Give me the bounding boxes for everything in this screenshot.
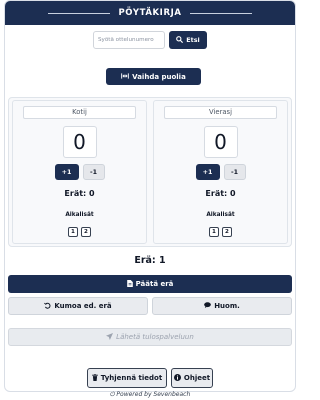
note-button[interactable]: Huom. xyxy=(152,297,292,315)
clear-data-button[interactable]: Tyhjennä tiedot xyxy=(87,368,167,388)
away-sets: Erät: 0 xyxy=(205,189,236,198)
footer-text: Powered by Sevenbeach xyxy=(116,391,191,398)
home-score-controls: +1 -1 xyxy=(13,164,146,180)
clear-data-label: Tyhjennä tiedot xyxy=(100,374,163,382)
header: PÖYTÄKIRJA xyxy=(5,1,295,25)
send-results-label: Lähetä tulospalveluun xyxy=(116,333,194,341)
home-timeouts-label: Aikalisät xyxy=(65,212,94,218)
secondary-actions: Kumoa ed. erä Huom. xyxy=(8,297,292,315)
match-number-input[interactable] xyxy=(93,31,165,49)
home-score: 0 xyxy=(62,126,97,158)
away-team-name[interactable]: Vierasj xyxy=(164,106,277,119)
bottom-actions: Tyhjennä tiedot Ohjeet xyxy=(5,368,295,388)
away-score-controls: +1 -1 xyxy=(154,164,287,180)
comment-icon xyxy=(204,302,212,310)
home-timeouts: 1 2 xyxy=(13,227,146,237)
end-set-button[interactable]: Päätä erä xyxy=(8,275,292,293)
end-set-label: Päätä erä xyxy=(135,280,174,288)
send-results-button[interactable]: Lähetä tulospalveluun xyxy=(8,328,292,346)
undo-set-button[interactable]: Kumoa ed. erä xyxy=(8,297,148,315)
away-score: 0 xyxy=(203,126,238,158)
home-plus-button[interactable]: +1 xyxy=(54,164,79,180)
header-rule-left xyxy=(48,12,111,14)
away-timeouts: 1 2 xyxy=(154,227,287,237)
send-icon xyxy=(106,332,114,342)
away-timeout-1[interactable]: 1 xyxy=(209,227,219,237)
search-button[interactable]: Etsi xyxy=(169,31,207,49)
power-icon: ⏻ xyxy=(109,391,115,398)
home-team-card: Kotij 0 +1 -1 Erät: 0 Aikalisät 1 2 xyxy=(12,100,147,244)
switch-sides-label: Vaihda puolia xyxy=(132,72,186,81)
away-timeout-2[interactable]: 2 xyxy=(222,227,232,237)
home-timeout-2[interactable]: 2 xyxy=(81,227,91,237)
document-icon xyxy=(126,279,133,289)
home-timeout-1[interactable]: 1 xyxy=(68,227,78,237)
app-window: PÖYTÄKIRJA Etsi Vaihda puolia Kotij 0 +1… xyxy=(4,0,296,392)
note-label: Huom. xyxy=(214,302,240,310)
trash-icon xyxy=(91,373,98,383)
page-title: PÖYTÄKIRJA xyxy=(118,8,182,18)
teams-panel: Kotij 0 +1 -1 Erät: 0 Aikalisät 1 2 Vier… xyxy=(8,97,292,247)
current-set-label: Erä: 1 xyxy=(134,255,166,266)
away-team-card: Vierasj 0 +1 -1 Erät: 0 Aikalisät 1 2 xyxy=(153,100,288,244)
home-sets: Erät: 0 xyxy=(64,189,95,198)
away-minus-button[interactable]: -1 xyxy=(223,164,246,180)
away-timeouts-label: Aikalisät xyxy=(206,212,235,218)
footer: ⏻ Powered by Sevenbeach xyxy=(0,391,300,399)
help-label: Ohjeet xyxy=(183,374,211,382)
home-team-name[interactable]: Kotij xyxy=(23,106,136,119)
swap-icon xyxy=(121,73,129,81)
header-rule-right xyxy=(189,12,252,14)
undo-set-label: Kumoa ed. erä xyxy=(54,302,112,310)
away-plus-button[interactable]: +1 xyxy=(195,164,220,180)
info-icon xyxy=(173,373,181,383)
help-button[interactable]: Ohjeet xyxy=(171,368,213,388)
search-button-label: Etsi xyxy=(186,36,200,44)
switch-sides-button[interactable]: Vaihda puolia xyxy=(106,68,201,85)
search-icon xyxy=(176,35,184,45)
search-bar: Etsi xyxy=(5,31,295,49)
home-minus-button[interactable]: -1 xyxy=(82,164,105,180)
undo-icon xyxy=(44,302,51,311)
